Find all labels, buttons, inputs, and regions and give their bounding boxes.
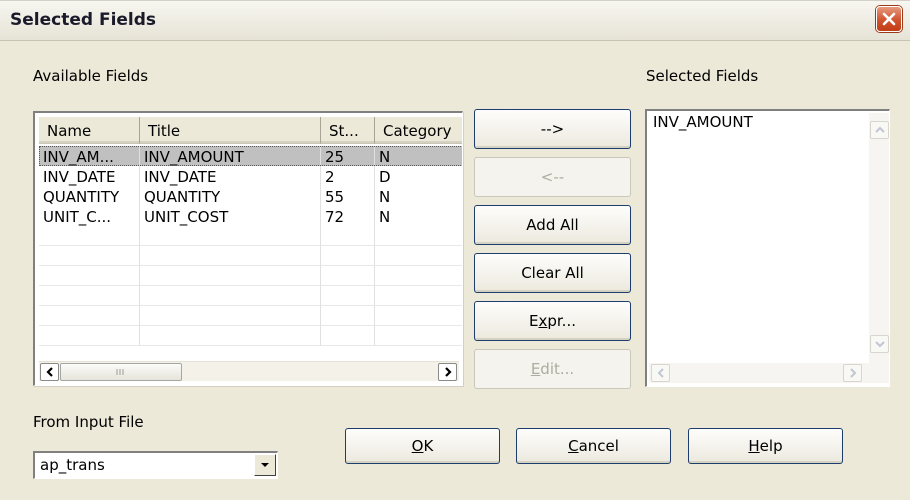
empty-row	[39, 286, 462, 306]
cancel-button[interactable]: Cancel	[516, 428, 671, 464]
empty-row	[39, 246, 462, 266]
add-field-button[interactable]: -->	[474, 109, 631, 149]
column-header-name[interactable]: Name	[39, 117, 140, 144]
cancel-label: Cancel	[568, 437, 619, 455]
add-all-button[interactable]: Add All	[474, 205, 631, 245]
scroll-up-button[interactable]	[870, 121, 889, 139]
cell-start: 55	[321, 186, 375, 206]
help-button[interactable]: Help	[688, 428, 843, 464]
table-row[interactable]: INV_DATE INV_DATE 2 D	[39, 166, 462, 186]
column-header-category[interactable]: Category	[375, 117, 462, 144]
title-bar: Selected Fields	[0, 1, 910, 41]
scroll-down-button[interactable]	[870, 335, 889, 353]
grip-icon	[116, 369, 124, 375]
horizontal-scrollbar[interactable]	[649, 363, 889, 383]
expr-label: Expr...	[529, 312, 576, 330]
expr-button[interactable]: Expr...	[474, 301, 631, 341]
scroll-thumb[interactable]	[60, 363, 182, 381]
available-fields-list[interactable]: Name Title St... Category INV_AM... INV_…	[33, 111, 463, 386]
column-header-title[interactable]: Title	[140, 117, 321, 144]
ok-label: OK	[411, 437, 434, 455]
chevron-right-icon	[444, 367, 452, 377]
column-header-start[interactable]: St...	[321, 117, 375, 144]
edit-button[interactable]: Edit...	[474, 349, 631, 389]
selected-fields-label: Selected Fields	[646, 67, 759, 85]
help-label: Help	[748, 437, 783, 455]
input-file-select[interactable]: ap_trans	[33, 451, 278, 479]
cell-name: INV_AM...	[39, 146, 140, 166]
chevron-down-icon	[261, 463, 269, 467]
chevron-up-icon	[874, 126, 885, 133]
empty-row	[39, 226, 462, 246]
close-icon	[882, 12, 896, 26]
cell-name: UNIT_C...	[39, 206, 140, 226]
ok-button[interactable]: OK	[345, 428, 500, 464]
clear-all-label: Clear All	[521, 264, 584, 282]
chevron-left-icon	[657, 368, 664, 378]
vertical-scrollbar[interactable]	[869, 113, 889, 363]
table-row[interactable]: UNIT_C... UNIT_COST 72 N	[39, 206, 462, 226]
chevron-down-icon	[874, 341, 885, 348]
scroll-right-button[interactable]	[843, 364, 862, 382]
table-row[interactable]: QUANTITY QUANTITY 55 N	[39, 186, 462, 206]
input-file-value: ap_trans	[40, 456, 105, 474]
clear-all-button[interactable]: Clear All	[474, 253, 631, 293]
remove-field-label: <--	[540, 168, 565, 186]
cell-start: 25	[321, 146, 375, 166]
empty-row	[39, 306, 462, 326]
cell-name: QUANTITY	[39, 186, 140, 206]
cell-category: N	[375, 206, 462, 226]
close-button[interactable]	[876, 6, 902, 32]
remove-field-button[interactable]: <--	[474, 157, 631, 197]
cell-start: 72	[321, 206, 375, 226]
scroll-left-button[interactable]	[651, 364, 670, 382]
add-field-label: -->	[540, 120, 565, 138]
edit-label: Edit...	[530, 360, 575, 378]
list-item[interactable]: INV_AMOUNT	[653, 113, 753, 131]
cell-title: INV_AMOUNT	[140, 146, 321, 166]
chevron-left-icon	[45, 367, 53, 377]
horizontal-scrollbar[interactable]	[39, 361, 459, 381]
chevron-right-icon	[849, 368, 856, 378]
add-all-label: Add All	[526, 216, 579, 234]
dialog-window: Selected Fields Available Fields Selecte…	[0, 0, 910, 500]
scroll-left-button[interactable]	[40, 363, 59, 381]
cell-title: INV_DATE	[140, 166, 321, 186]
empty-row	[39, 266, 462, 286]
selected-fields-list[interactable]: INV_AMOUNT	[645, 109, 890, 387]
cell-name: INV_DATE	[39, 166, 140, 186]
input-file-label: From Input File	[33, 413, 144, 431]
list-header: Name Title St... Category	[39, 117, 462, 144]
dropdown-button[interactable]	[254, 454, 276, 476]
cell-start: 2	[321, 166, 375, 186]
table-row[interactable]: INV_AM... INV_AMOUNT 25 N	[39, 146, 462, 166]
scroll-right-button[interactable]	[438, 363, 457, 381]
cell-category: D	[375, 166, 462, 186]
empty-row	[39, 326, 462, 346]
available-fields-label: Available Fields	[33, 67, 149, 85]
cell-category: N	[375, 186, 462, 206]
window-title: Selected Fields	[10, 10, 157, 30]
cell-category: N	[375, 146, 462, 166]
cell-title: UNIT_COST	[140, 206, 321, 226]
cell-title: QUANTITY	[140, 186, 321, 206]
list-rows: INV_AM... INV_AMOUNT 25 N INV_DATE INV_D…	[39, 146, 462, 346]
